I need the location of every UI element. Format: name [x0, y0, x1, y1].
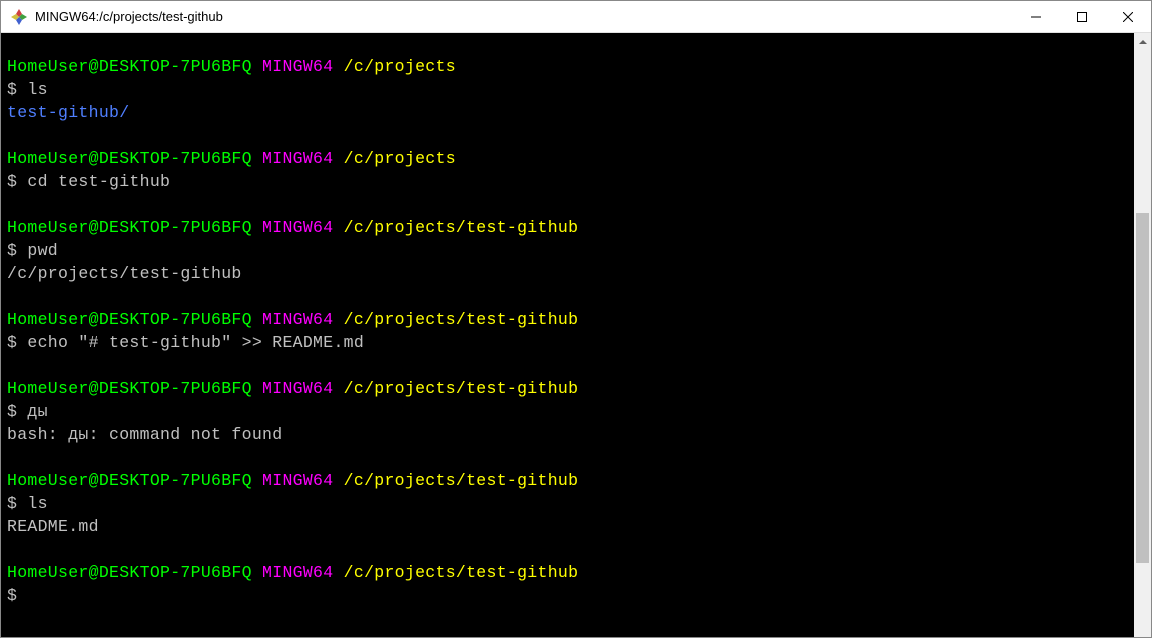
command-text: cd test-github [27, 172, 170, 191]
prompt-user-host: HomeUser@DESKTOP-7PU6BFQ [7, 57, 252, 76]
command-line: $ ls [7, 492, 1128, 515]
command-line: $ pwd [7, 239, 1128, 262]
prompt-shell: MINGW64 [262, 563, 333, 582]
command-line: $ cd test-github [7, 170, 1128, 193]
command-text: ls [27, 494, 47, 513]
prompt-user-host: HomeUser@DESKTOP-7PU6BFQ [7, 563, 252, 582]
blank-line [7, 285, 1128, 308]
prompt-path: /c/projects [344, 149, 456, 168]
prompt-line: HomeUser@DESKTOP-7PU6BFQ MINGW64 /c/proj… [7, 55, 1128, 78]
prompt-shell: MINGW64 [262, 310, 333, 329]
prompt-line: HomeUser@DESKTOP-7PU6BFQ MINGW64 /c/proj… [7, 377, 1128, 400]
prompt-dollar: $ [7, 172, 27, 191]
minimize-button[interactable] [1013, 1, 1059, 32]
maximize-button[interactable] [1059, 1, 1105, 32]
titlebar[interactable]: MINGW64:/c/projects/test-github [1, 1, 1151, 33]
command-text: echo "# test-github" >> README.md [27, 333, 364, 352]
scrollbar[interactable] [1134, 33, 1151, 637]
prompt-shell: MINGW64 [262, 471, 333, 490]
prompt-user-host: HomeUser@DESKTOP-7PU6BFQ [7, 218, 252, 237]
command-text: ды [27, 402, 47, 421]
prompt-line: HomeUser@DESKTOP-7PU6BFQ MINGW64 /c/proj… [7, 469, 1128, 492]
command-line: $ echo "# test-github" >> README.md [7, 331, 1128, 354]
prompt-dollar: $ [7, 333, 27, 352]
prompt-dollar: $ [7, 402, 27, 421]
scroll-thumb[interactable] [1136, 213, 1149, 563]
app-icon [11, 9, 27, 25]
output-line: /c/projects/test-github [7, 262, 1128, 285]
prompt-path: /c/projects/test-github [344, 310, 579, 329]
command-line: $ ды [7, 400, 1128, 423]
command-line: $ ls [7, 78, 1128, 101]
output-text: test-github/ [7, 103, 129, 122]
prompt-dollar: $ [7, 586, 17, 605]
output-line: README.md [7, 515, 1128, 538]
prompt-shell: MINGW64 [262, 57, 333, 76]
window-title: MINGW64:/c/projects/test-github [35, 9, 223, 24]
prompt-path: /c/projects/test-github [344, 563, 579, 582]
prompt-path: /c/projects [344, 57, 456, 76]
prompt-user-host: HomeUser@DESKTOP-7PU6BFQ [7, 310, 252, 329]
command-text: ls [27, 80, 47, 99]
prompt-line: HomeUser@DESKTOP-7PU6BFQ MINGW64 /c/proj… [7, 216, 1128, 239]
content-area: HomeUser@DESKTOP-7PU6BFQ MINGW64 /c/proj… [1, 33, 1151, 637]
output-line: test-github/ [7, 101, 1128, 124]
blank-line [7, 193, 1128, 216]
prompt-dollar: $ [7, 494, 27, 513]
output-text: /c/projects/test-github [7, 264, 242, 283]
prompt-dollar: $ [7, 80, 27, 99]
prompt-user-host: HomeUser@DESKTOP-7PU6BFQ [7, 149, 252, 168]
prompt-shell: MINGW64 [262, 149, 333, 168]
prompt-shell: MINGW64 [262, 379, 333, 398]
output-text: README.md [7, 517, 99, 536]
command-line: $ [7, 584, 1128, 607]
scroll-up-button[interactable] [1134, 33, 1151, 50]
command-text: pwd [27, 241, 58, 260]
blank-line [7, 354, 1128, 377]
prompt-path: /c/projects/test-github [344, 379, 579, 398]
prompt-user-host: HomeUser@DESKTOP-7PU6BFQ [7, 379, 252, 398]
prompt-line: HomeUser@DESKTOP-7PU6BFQ MINGW64 /c/proj… [7, 308, 1128, 331]
terminal[interactable]: HomeUser@DESKTOP-7PU6BFQ MINGW64 /c/proj… [1, 33, 1134, 637]
blank-line [7, 124, 1128, 147]
blank-line [7, 446, 1128, 469]
prompt-line: HomeUser@DESKTOP-7PU6BFQ MINGW64 /c/proj… [7, 147, 1128, 170]
prompt-dollar: $ [7, 241, 27, 260]
output-text: bash: ды: command not found [7, 425, 282, 444]
prompt-shell: MINGW64 [262, 218, 333, 237]
close-button[interactable] [1105, 1, 1151, 32]
prompt-line: HomeUser@DESKTOP-7PU6BFQ MINGW64 /c/proj… [7, 561, 1128, 584]
output-line: bash: ды: command not found [7, 423, 1128, 446]
prompt-user-host: HomeUser@DESKTOP-7PU6BFQ [7, 471, 252, 490]
window: MINGW64:/c/projects/test-github HomeUser… [0, 0, 1152, 638]
prompt-path: /c/projects/test-github [344, 471, 579, 490]
prompt-path: /c/projects/test-github [344, 218, 579, 237]
blank-line [7, 538, 1128, 561]
